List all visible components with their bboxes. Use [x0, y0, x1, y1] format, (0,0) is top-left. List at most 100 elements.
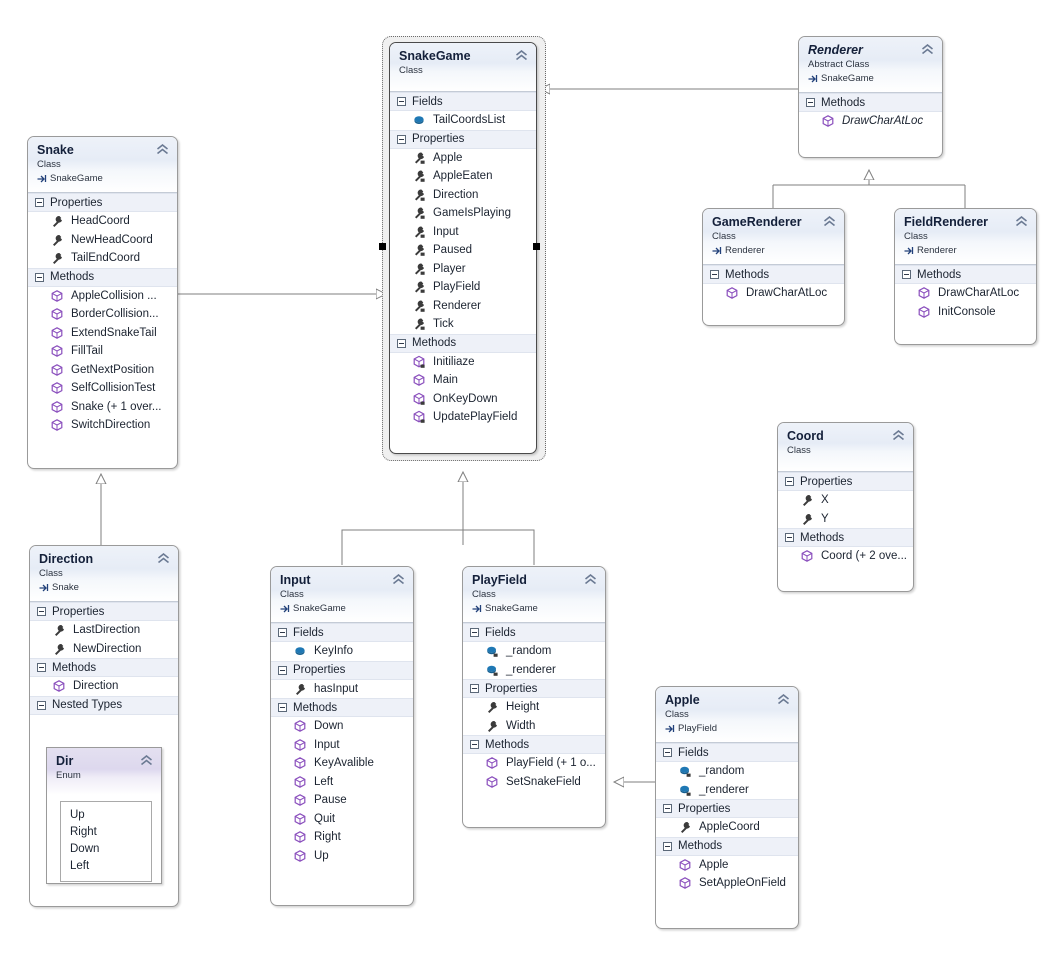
- member-row[interactable]: NewHeadCoord: [28, 230, 177, 249]
- member-row[interactable]: NewDirection: [30, 639, 178, 658]
- class-node-snake[interactable]: Snake Class SnakeGame Properties HeadCoo…: [27, 136, 178, 469]
- member-row[interactable]: GetNextPosition: [28, 360, 177, 379]
- member-row[interactable]: LastDirection: [30, 621, 178, 640]
- member-row[interactable]: Pause: [271, 791, 413, 810]
- member-row[interactable]: FillTail: [28, 342, 177, 361]
- class-node-fieldrenderer[interactable]: FieldRenderer Class Renderer Methods Dra…: [894, 208, 1037, 345]
- member-row[interactable]: Up: [271, 846, 413, 865]
- member-row[interactable]: TailEndCoord: [28, 249, 177, 268]
- enum-value[interactable]: Left: [61, 858, 151, 875]
- member-row[interactable]: Paused: [390, 241, 536, 260]
- chevron-up-icon[interactable]: [777, 694, 790, 705]
- member-row[interactable]: _renderer: [656, 780, 798, 799]
- section-header-methods[interactable]: Methods: [799, 93, 942, 112]
- collapse-box-icon[interactable]: [37, 663, 46, 672]
- member-row[interactable]: TailCoordsList: [390, 111, 536, 130]
- member-row[interactable]: Input: [390, 222, 536, 241]
- collapse-box-icon[interactable]: [663, 841, 672, 851]
- section-header-properties[interactable]: Properties: [390, 129, 536, 149]
- chevron-up-icon[interactable]: [921, 44, 934, 55]
- chevron-up-icon[interactable]: [584, 574, 597, 585]
- member-row[interactable]: SetSnakeField: [463, 772, 605, 791]
- collapse-box-icon[interactable]: [35, 198, 44, 207]
- collapse-box-icon[interactable]: [278, 628, 287, 637]
- member-row[interactable]: SwitchDirection: [28, 416, 177, 435]
- member-row[interactable]: Snake (+ 1 over...: [28, 397, 177, 416]
- section-header-fields[interactable]: Fields: [656, 743, 798, 762]
- collapse-box-icon[interactable]: [902, 270, 911, 279]
- member-row[interactable]: AppleCollision ...: [28, 286, 177, 305]
- collapse-box-icon[interactable]: [397, 338, 406, 348]
- collapse-box-icon[interactable]: [663, 748, 672, 757]
- member-row[interactable]: BorderCollision...: [28, 305, 177, 324]
- section-header-fields[interactable]: Fields: [390, 92, 536, 111]
- section-header-methods[interactable]: Methods: [703, 265, 844, 284]
- collapse-box-icon[interactable]: [278, 703, 287, 712]
- member-row[interactable]: Tick: [390, 315, 536, 334]
- section-header-methods[interactable]: Methods: [656, 836, 798, 856]
- chevron-up-icon[interactable]: [392, 574, 405, 585]
- chevron-up-icon[interactable]: [140, 755, 153, 766]
- section-header-properties[interactable]: Properties: [30, 602, 178, 621]
- member-row[interactable]: Quit: [271, 809, 413, 828]
- chevron-up-icon[interactable]: [157, 553, 170, 564]
- collapse-box-icon[interactable]: [397, 97, 406, 106]
- member-row[interactable]: Height: [463, 698, 605, 717]
- member-row[interactable]: Y: [778, 509, 913, 528]
- enum-value[interactable]: Down: [61, 841, 151, 858]
- member-row[interactable]: Right: [271, 828, 413, 847]
- enum-value[interactable]: Right: [61, 824, 151, 841]
- collapse-box-icon[interactable]: [663, 804, 672, 813]
- member-row[interactable]: Coord (+ 2 ove...: [778, 547, 913, 566]
- collapse-box-icon[interactable]: [397, 134, 406, 144]
- class-node-renderer[interactable]: Renderer Abstract Class SnakeGame Method…: [798, 36, 943, 158]
- section-header-fields[interactable]: Fields: [463, 623, 605, 642]
- member-row[interactable]: Player: [390, 259, 536, 278]
- section-header-methods[interactable]: Methods: [271, 698, 413, 717]
- member-row[interactable]: DrawCharAtLoc: [895, 284, 1036, 303]
- member-row[interactable]: DrawCharAtLoc: [799, 112, 942, 131]
- member-row[interactable]: InitConsole: [895, 302, 1036, 321]
- member-row[interactable]: Down: [271, 717, 413, 736]
- collapse-box-icon[interactable]: [35, 272, 44, 282]
- member-row[interactable]: SetAppleOnField: [656, 874, 798, 893]
- member-row[interactable]: Direction: [30, 677, 178, 696]
- enum-node-dir[interactable]: Dir Enum Up Right Down Left: [46, 747, 162, 884]
- member-row[interactable]: SelfCollisionTest: [28, 379, 177, 398]
- member-row[interactable]: PlayField (+ 1 o...: [463, 754, 605, 773]
- member-row[interactable]: Input: [271, 735, 413, 754]
- member-row[interactable]: OnKeyDown: [390, 389, 536, 408]
- collapse-box-icon[interactable]: [470, 684, 479, 693]
- collapse-box-icon[interactable]: [785, 533, 794, 542]
- class-node-input[interactable]: Input Class SnakeGame Fields KeyInfo Pro…: [270, 566, 414, 906]
- collapse-box-icon[interactable]: [785, 477, 794, 486]
- collapse-box-icon[interactable]: [806, 98, 815, 107]
- class-node-snakegame[interactable]: SnakeGame Class Fields TailCoordsList Pr…: [389, 42, 537, 454]
- member-row[interactable]: DrawCharAtLoc: [703, 284, 844, 303]
- class-node-apple[interactable]: Apple Class PlayField Fields _random _re…: [655, 686, 799, 929]
- section-header-properties[interactable]: Properties: [463, 679, 605, 698]
- member-row[interactable]: Left: [271, 772, 413, 791]
- enum-value[interactable]: Up: [61, 807, 151, 824]
- class-diagram-canvas[interactable]: Snake Class SnakeGame Properties HeadCoo…: [0, 0, 1060, 959]
- collapse-box-icon[interactable]: [710, 270, 719, 279]
- section-header-methods[interactable]: Methods: [778, 528, 913, 547]
- collapse-box-icon[interactable]: [37, 607, 46, 616]
- member-row[interactable]: X: [778, 491, 913, 510]
- chevron-up-icon[interactable]: [823, 216, 836, 227]
- section-header-properties[interactable]: Properties: [271, 660, 413, 680]
- member-row[interactable]: AppleCoord: [656, 818, 798, 837]
- collapse-box-icon[interactable]: [470, 628, 479, 637]
- member-row[interactable]: ExtendSnakeTail: [28, 323, 177, 342]
- member-row[interactable]: hasInput: [271, 679, 413, 698]
- section-header-fields[interactable]: Fields: [271, 623, 413, 642]
- section-header-nested-types[interactable]: Nested Types: [30, 695, 178, 715]
- chevron-up-icon[interactable]: [892, 430, 905, 441]
- member-row[interactable]: UpdatePlayField: [390, 408, 536, 427]
- collapse-box-icon[interactable]: [470, 740, 479, 749]
- class-node-gamerenderer[interactable]: GameRenderer Class Renderer Methods Draw…: [702, 208, 845, 326]
- collapse-box-icon[interactable]: [37, 700, 46, 710]
- member-row[interactable]: GameIsPlaying: [390, 204, 536, 223]
- member-row[interactable]: AppleEaten: [390, 167, 536, 186]
- section-header-methods[interactable]: Methods: [28, 267, 177, 287]
